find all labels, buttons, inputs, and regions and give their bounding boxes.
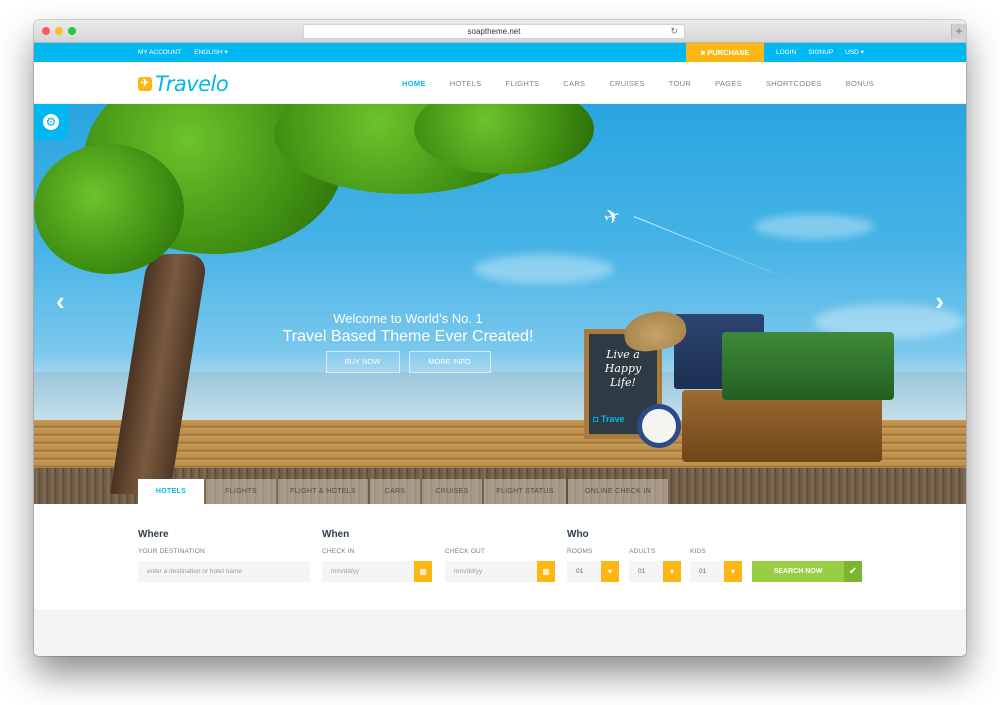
hero-slider: ✈ ⚙ ‹ › Welcome to World’s No. 1 Travel …	[34, 104, 966, 504]
destination-input[interactable]: enter a destination or hotel name	[138, 561, 310, 582]
chevron-down-icon[interactable]: ▾	[724, 561, 742, 582]
browser-chrome: soaptheme.net ↻ +	[34, 20, 966, 43]
hero-caption: Welcome to World’s No. 1 Travel Based Th…	[34, 311, 782, 373]
destination-label: YOUR DESTINATION	[138, 548, 206, 555]
nav-shortcodes[interactable]: SHORTCODES	[766, 79, 822, 88]
url-text: soaptheme.net	[467, 27, 521, 36]
chalkboard-line: Life!	[610, 376, 636, 389]
nav-flights[interactable]: FLIGHTS	[506, 79, 540, 88]
check-icon[interactable]: ✔	[844, 561, 862, 582]
reload-icon[interactable]: ↻	[670, 25, 678, 38]
search-form: Where YOUR DESTINATION enter a destinati…	[34, 504, 966, 610]
where-title: Where	[138, 529, 169, 540]
login-link[interactable]: LOGIN	[776, 43, 796, 62]
nav-cruises[interactable]: CRUISES	[609, 79, 644, 88]
calendar-icon[interactable]: ▦	[414, 561, 432, 582]
hero-line-2: Travel Based Theme Ever Created!	[282, 328, 534, 345]
search-tabs: HOTELS FLIGHTS FLIGHT & HOTELS CARS CRUI…	[138, 479, 670, 504]
my-account-link[interactable]: MY ACCOUNT	[138, 43, 181, 62]
tab-online-check-in[interactable]: ONLINE CHECK IN	[568, 479, 668, 504]
minimize-window-button[interactable]	[55, 27, 63, 35]
logo-text: Travelo	[155, 72, 229, 96]
footer-strip	[34, 610, 966, 656]
chalkboard-logo: ◘ Trave	[593, 414, 625, 424]
brown-suitcase	[682, 390, 882, 462]
nav-cars[interactable]: CARS	[563, 79, 585, 88]
tree-foliage	[34, 144, 184, 274]
hero-line-1: Welcome to World’s No. 1	[333, 311, 483, 326]
main-nav: HOME HOTELS FLIGHTS CARS CRUISES TOUR PA…	[402, 62, 898, 104]
site-header: ✈ Travelo HOME HOTELS FLIGHTS CARS CRUIS…	[34, 62, 966, 104]
kids-select[interactable]: 01	[690, 561, 724, 582]
search-now-button[interactable]: SEARCH NOW	[752, 561, 844, 582]
slider-prev-arrow[interactable]: ‹	[56, 286, 65, 317]
tab-cars[interactable]: CARS	[370, 479, 420, 504]
plane-logo-icon: ✈	[138, 77, 152, 91]
airplane-icon: ✈	[600, 203, 625, 231]
address-bar[interactable]: soaptheme.net ↻	[303, 24, 685, 39]
cloud	[754, 214, 874, 239]
window-controls	[42, 27, 76, 35]
maximize-window-button[interactable]	[68, 27, 76, 35]
tab-flight-status[interactable]: FLIGHT STATUS	[484, 479, 566, 504]
cloud	[474, 254, 614, 284]
adults-label: ADULTS	[629, 548, 656, 555]
check-out-label: CHECK OUT	[445, 548, 486, 555]
calendar-icon[interactable]: ▦	[537, 561, 555, 582]
nav-tour[interactable]: TOUR	[669, 79, 691, 88]
check-out-input[interactable]: mm/dd/yy	[445, 561, 537, 582]
cart-icon: ■	[700, 48, 706, 57]
kids-label: KIDS	[690, 548, 706, 555]
chevron-down-icon[interactable]: ▾	[663, 561, 681, 582]
tab-flights[interactable]: FLIGHTS	[206, 479, 276, 504]
nav-hotels[interactable]: HOTELS	[450, 79, 482, 88]
slider-next-arrow[interactable]: ›	[935, 286, 944, 317]
tab-flight-hotels[interactable]: FLIGHT & HOTELS	[278, 479, 368, 504]
chevron-down-icon[interactable]: ▾	[601, 561, 619, 582]
purchase-button[interactable]: ■ PURCHASE	[686, 43, 764, 62]
who-title: Who	[567, 529, 589, 540]
language-dropdown[interactable]: ENGLISH ▾	[194, 43, 228, 62]
more-info-button[interactable]: MORE INFO	[408, 351, 491, 373]
rooms-label: ROOMS	[567, 548, 593, 555]
new-tab-button[interactable]: +	[951, 24, 966, 39]
tab-hotels[interactable]: HOTELS	[138, 479, 204, 504]
nav-pages[interactable]: PAGES	[715, 79, 742, 88]
logo[interactable]: ✈ Travelo	[138, 72, 229, 96]
gear-icon: ⚙	[43, 114, 59, 130]
rooms-select[interactable]: 01	[567, 561, 601, 582]
signup-link[interactable]: SIGNUP	[808, 43, 833, 62]
nav-bonus[interactable]: BONUS	[846, 79, 874, 88]
top-bar: MY ACCOUNT ENGLISH ▾ ■ PURCHASE LOGIN SI…	[34, 43, 966, 62]
when-title: When	[322, 529, 350, 540]
alarm-clock-icon	[637, 404, 681, 448]
settings-toggle[interactable]: ⚙	[34, 104, 68, 140]
currency-dropdown[interactable]: USD ▾	[845, 43, 864, 62]
nav-home[interactable]: HOME	[402, 79, 426, 88]
close-window-button[interactable]	[42, 27, 50, 35]
adults-select[interactable]: 01	[629, 561, 663, 582]
browser-window: soaptheme.net ↻ + MY ACCOUNT ENGLISH ▾ ■…	[34, 20, 966, 656]
check-in-label: CHECK IN	[322, 548, 355, 555]
tab-cruises[interactable]: CRUISES	[422, 479, 482, 504]
buy-now-button[interactable]: BUY NOW	[325, 351, 400, 373]
check-in-input[interactable]: mm/dd/yy	[322, 561, 414, 582]
purchase-label: PURCHASE	[707, 48, 750, 57]
